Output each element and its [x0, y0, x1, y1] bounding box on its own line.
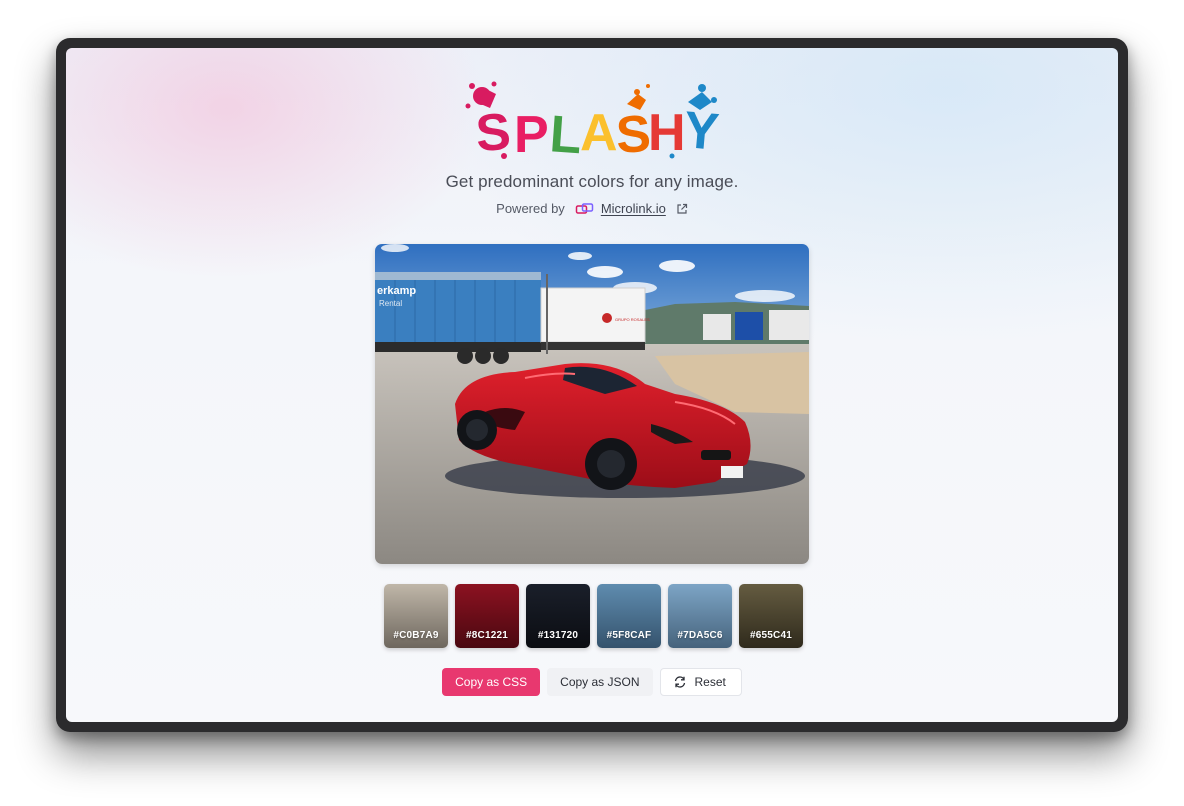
- svg-text:H: H: [648, 104, 686, 162]
- device-frame: S P L A S H Y Get predominant colors for…: [56, 38, 1128, 732]
- swatch-655c41[interactable]: #655C41: [739, 584, 803, 648]
- white-trailer-text: GRUPO ROSALES: [615, 317, 650, 322]
- swatch-8c1221[interactable]: #8C1221: [455, 584, 519, 648]
- action-bar: Copy as CSS Copy as JSON Reset: [66, 668, 1118, 696]
- swatch-7da5c6[interactable]: #7DA5C6: [668, 584, 732, 648]
- svg-text:Y: Y: [681, 101, 721, 162]
- splashy-logo[interactable]: S P L A S H Y: [462, 74, 722, 164]
- swatch-hex: #7DA5C6: [677, 630, 723, 641]
- external-link-icon[interactable]: [676, 203, 688, 215]
- app-screen: S P L A S H Y Get predominant colors for…: [66, 48, 1118, 722]
- swatch-hex: #655C41: [750, 630, 792, 641]
- swatch-hex: #8C1221: [466, 630, 508, 641]
- color-palette: #C0B7A9 #8C1221 #131720 #5F8CAF #7DA5C6 …: [384, 584, 804, 648]
- svg-text:L: L: [548, 105, 584, 164]
- microlink-link[interactable]: Microlink.io: [601, 201, 666, 216]
- swatch-hex: #C0B7A9: [393, 630, 439, 641]
- copy-json-button[interactable]: Copy as JSON: [547, 668, 653, 696]
- svg-text:S: S: [474, 103, 513, 163]
- reset-button[interactable]: Reset: [659, 668, 742, 696]
- refresh-icon: [674, 676, 685, 688]
- powered-by-label: Powered by: [496, 201, 565, 216]
- logo-letters: S P L A S H Y: [474, 101, 721, 164]
- swatch-5f8caf[interactable]: #5F8CAF: [597, 584, 661, 648]
- trailer-text: erkamp: [377, 285, 416, 297]
- swatch-131720[interactable]: #131720: [526, 584, 590, 648]
- svg-text:P: P: [514, 106, 549, 164]
- swatch-hex: #131720: [537, 630, 579, 641]
- svg-text:S: S: [615, 105, 653, 164]
- trailer-subtext: Rental: [379, 299, 402, 308]
- copy-css-button[interactable]: Copy as CSS: [442, 668, 541, 696]
- tagline: Get predominant colors for any image.: [445, 172, 739, 191]
- swatch-hex: #5F8CAF: [606, 630, 652, 641]
- microlink-logo-icon: [575, 202, 594, 214]
- uploaded-image[interactable]: erkamp Rental GRUPO ROSALES: [375, 244, 809, 564]
- svg-text:A: A: [580, 104, 618, 162]
- powered-by: Powered by Microlink.io: [66, 201, 1118, 216]
- swatch-c0b7a9[interactable]: #C0B7A9: [384, 584, 448, 648]
- reset-label: Reset: [694, 675, 726, 689]
